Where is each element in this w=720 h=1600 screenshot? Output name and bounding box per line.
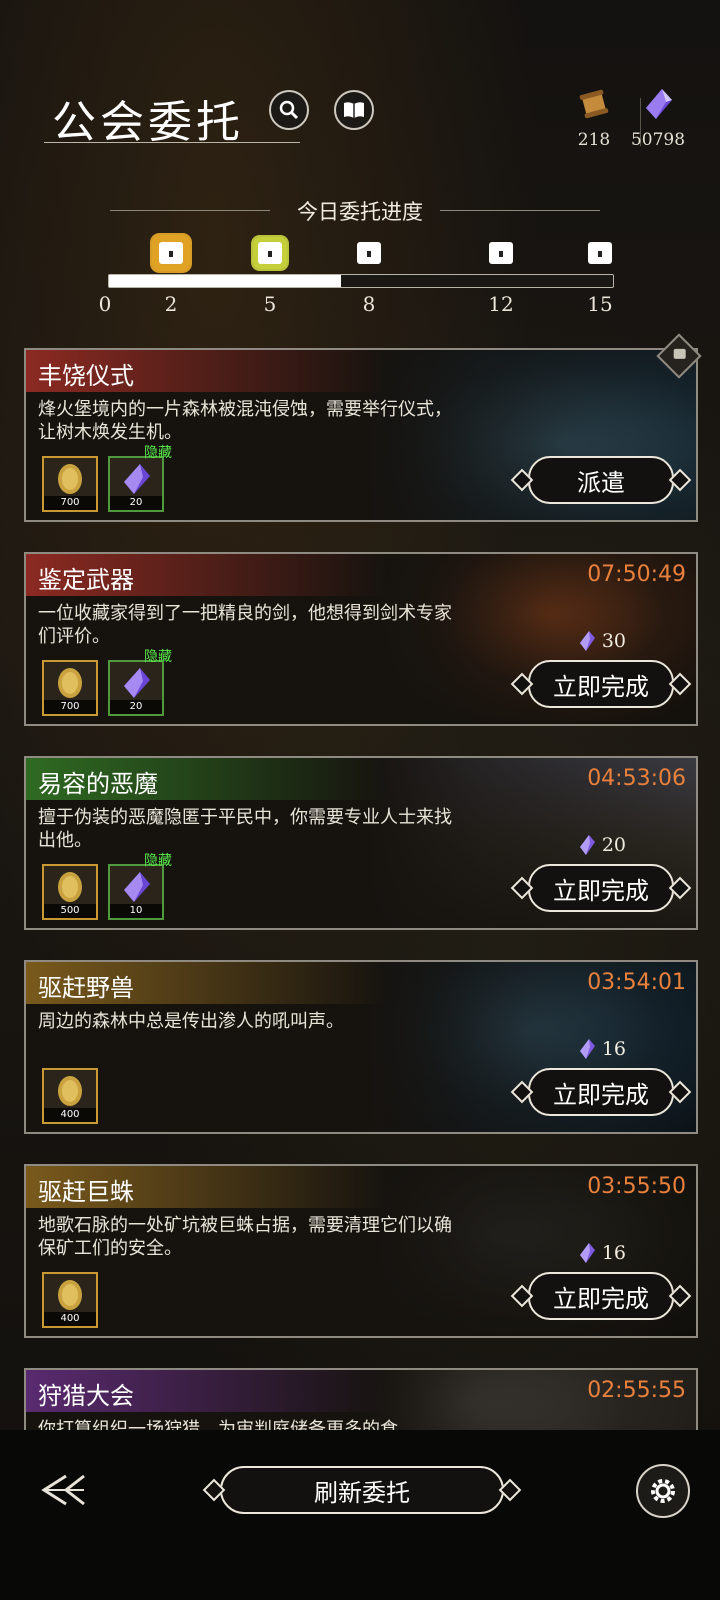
- countdown-timer: 04:53:06: [587, 766, 686, 791]
- commission-title: 狩猎大会: [38, 1382, 134, 1410]
- crystal-count: 50798: [630, 130, 686, 150]
- commission-description: 擅于伪装的恶魔隐匿于平民中，你需要专业人士来找出他。: [38, 807, 452, 851]
- reward-crystal[interactable]: 10: [108, 864, 164, 920]
- milestone-chest-15[interactable]: [588, 242, 612, 264]
- commission-description: 一位收藏家得到了一把精良的剑，他想得到剑术专家们评价。: [38, 603, 452, 647]
- reward-gold[interactable]: 500: [42, 864, 98, 920]
- back-button[interactable]: [36, 1470, 92, 1510]
- commission-card[interactable]: 驱赶巨蛛 03:55:50 地歌石脉的一处矿坑被巨蛛占据，需要清理它们以确保矿工…: [24, 1164, 698, 1338]
- countdown-timer: 07:50:49: [587, 562, 686, 587]
- progress-tick: 8: [362, 292, 376, 316]
- crystal-icon: [579, 1243, 595, 1263]
- progress-tick: 2: [164, 292, 178, 316]
- crystal-icon: [579, 835, 595, 855]
- finish-cost: 20: [578, 834, 626, 856]
- cost-value: 30: [601, 630, 626, 652]
- reward-crystal[interactable]: 20: [108, 660, 164, 716]
- milestone-chest-12[interactable]: [489, 242, 513, 264]
- crystal-icon: [124, 464, 150, 494]
- finish-cost: 30: [578, 630, 626, 652]
- complete-now-button[interactable]: 立即完成: [528, 864, 674, 912]
- crystal-icon: [124, 668, 150, 698]
- commission-card[interactable]: 驱赶野兽 03:54:01 周边的森林中总是传出渗人的吼叫声。 16 400 立…: [24, 960, 698, 1134]
- search-icon: [279, 100, 299, 120]
- commission-card[interactable]: 鉴定武器 07:50:49 一位收藏家得到了一把精良的剑，他想得到剑术专家们评价…: [24, 552, 698, 726]
- commission-title: 驱赶巨蛛: [38, 1178, 134, 1206]
- crystal-icon: [579, 1039, 595, 1059]
- hidden-tag: 隐藏: [144, 445, 172, 461]
- milestone-chest-2[interactable]: [159, 242, 183, 264]
- reward-gold[interactable]: 400: [42, 1068, 98, 1124]
- refresh-commissions-button[interactable]: 刷新委托: [220, 1466, 504, 1514]
- progress-bar-fill: [109, 275, 341, 287]
- gold-coin-icon: [58, 872, 82, 902]
- search-button[interactable]: [269, 90, 309, 130]
- page-title: 公会委托: [52, 97, 244, 148]
- progress-tick: 15: [587, 292, 613, 316]
- commission-description: 周边的森林中总是传出渗人的吼叫声。: [38, 1011, 344, 1032]
- back-icon: [41, 1474, 85, 1506]
- reward-crystal[interactable]: 20: [108, 456, 164, 512]
- settings-icon: [651, 1479, 675, 1503]
- complete-now-button[interactable]: 立即完成: [528, 660, 674, 708]
- cost-value: 16: [601, 1038, 626, 1060]
- cost-value: 20: [601, 834, 626, 856]
- progress-tick: 5: [263, 292, 277, 316]
- commission-title: 驱赶野兽: [38, 974, 134, 1002]
- commission-card[interactable]: 丰饶仪式 烽火堡境内的一片森林被混沌侵蚀，需要举行仪式，让树木焕发生机。 700…: [24, 348, 698, 522]
- hidden-tag: 隐藏: [144, 853, 172, 869]
- cost-value: 16: [601, 1242, 626, 1264]
- bottom-bar: [0, 1430, 720, 1600]
- reward-gold[interactable]: 700: [42, 660, 98, 716]
- crystal-icon: [646, 89, 672, 119]
- gold-coin-icon: [58, 668, 82, 698]
- countdown-timer: 03:55:50: [587, 1174, 686, 1199]
- commission-title: 丰饶仪式: [38, 362, 134, 390]
- gold-coin-icon: [58, 1280, 82, 1310]
- reward-gold[interactable]: 700: [42, 456, 98, 512]
- crystal-icon: [579, 631, 595, 651]
- commission-card[interactable]: 易容的恶魔 04:53:06 擅于伪装的恶魔隐匿于平民中，你需要专业人士来找出他…: [24, 756, 698, 930]
- guide-button[interactable]: [334, 90, 374, 130]
- dispatch-button[interactable]: 派遣: [528, 456, 674, 504]
- progress-tick: 12: [488, 292, 514, 316]
- scroll-icon: [579, 89, 609, 119]
- progress-bar: [108, 274, 614, 288]
- gold-coin-icon: [58, 464, 82, 494]
- resource-crystal[interactable]: 50798: [618, 86, 698, 150]
- commission-title: 易容的恶魔: [38, 770, 158, 798]
- reward-gold[interactable]: 400: [42, 1272, 98, 1328]
- countdown-timer: 02:55:55: [587, 1378, 686, 1403]
- milestone-chest-5[interactable]: [258, 242, 282, 264]
- countdown-timer: 03:54:01: [587, 970, 686, 995]
- title-underline: [44, 142, 300, 143]
- hidden-tag: 隐藏: [144, 649, 172, 665]
- commission-description: 地歌石脉的一处矿坑被巨蛛占据，需要清理它们以确保矿工们的安全。: [38, 1215, 452, 1259]
- finish-cost: 16: [578, 1242, 626, 1264]
- commission-description: 烽火堡境内的一片森林被混沌侵蚀，需要举行仪式，让树木焕发生机。: [38, 399, 452, 443]
- finish-cost: 16: [578, 1038, 626, 1060]
- crystal-icon: [124, 872, 150, 902]
- complete-now-button[interactable]: 立即完成: [528, 1068, 674, 1116]
- settings-button[interactable]: [636, 1464, 690, 1518]
- book-icon: [344, 102, 364, 118]
- milestone-chest-8[interactable]: [357, 242, 381, 264]
- complete-now-button[interactable]: 立即完成: [528, 1272, 674, 1320]
- progress-title: 今日委托进度: [297, 200, 423, 224]
- commission-title: 鉴定武器: [38, 566, 134, 594]
- gold-coin-icon: [58, 1076, 82, 1106]
- progress-tick: 0: [98, 292, 112, 316]
